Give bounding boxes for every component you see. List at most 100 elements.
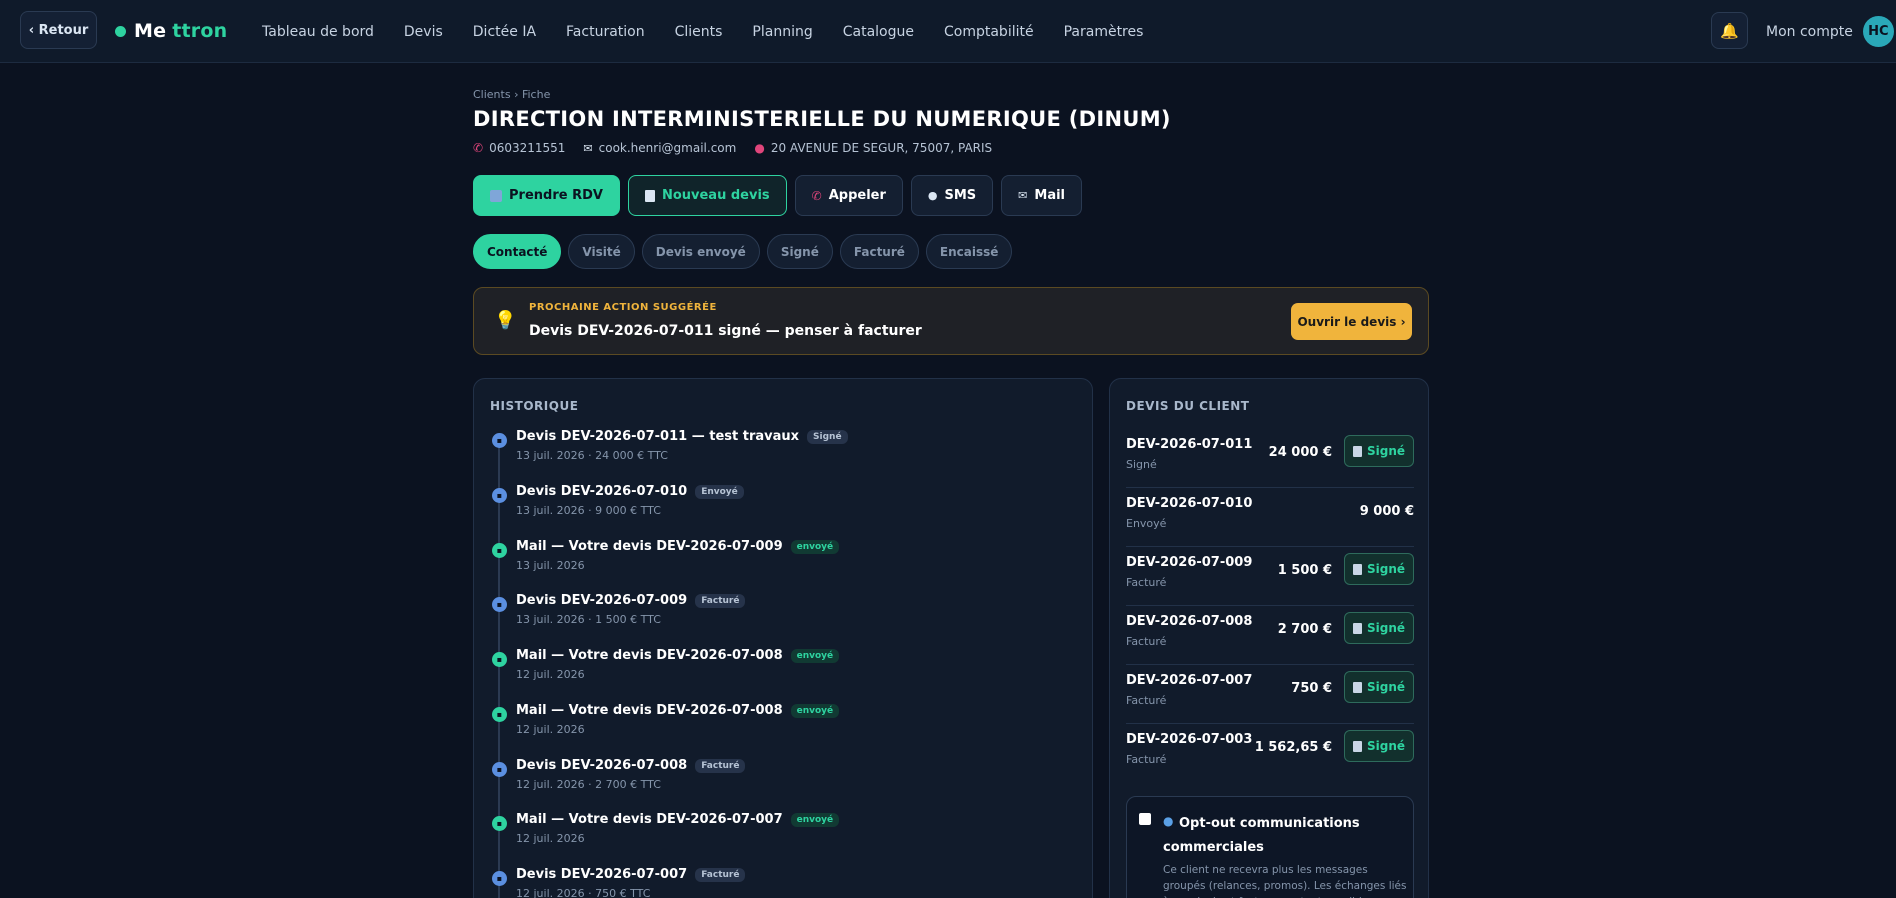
quote-amount: 1 500 €	[1277, 563, 1332, 578]
document-icon	[1352, 563, 1362, 575]
prendre-rdv-button[interactable]: Prendre RDV	[473, 175, 620, 216]
quote-row[interactable]: DEV-2026-07-009 Facturé 1 500 € Signé	[1126, 547, 1414, 606]
phone-icon: ✆	[473, 141, 484, 155]
nav-item-devis[interactable]: Devis	[404, 24, 443, 40]
calendar-icon	[490, 189, 502, 202]
quote-amount: 750 €	[1291, 681, 1332, 696]
quote-row[interactable]: DEV-2026-07-010 Envoyé 9 000 €	[1126, 488, 1414, 547]
signed-document-button[interactable]: Signé	[1344, 671, 1414, 703]
quote-row[interactable]: DEV-2026-07-011 Signé 24 000 € Signé	[1126, 429, 1414, 488]
quote-number: DEV-2026-07-010	[1126, 496, 1253, 511]
lightbulb-icon: 💡	[494, 310, 517, 331]
event-title: Mail — Votre devis DEV-2026-07-008	[516, 703, 783, 718]
envelope-icon: ▪	[492, 816, 507, 831]
timeline-event[interactable]: ▪ Devis DEV-2026-07-010 Envoyé 13 juil. 2…	[490, 484, 1080, 534]
quote-row[interactable]: DEV-2026-07-003 Facturé 1 562,65 € Signé	[1126, 724, 1414, 783]
timeline-event[interactable]: ▪ Devis DEV-2026-07-009 Facturé 13 juil. …	[490, 593, 1080, 643]
nav-item-comptabilite[interactable]: Comptabilité	[944, 24, 1034, 40]
quote-row[interactable]: DEV-2026-07-007 Facturé 750 € Signé	[1126, 665, 1414, 724]
quote-row[interactable]: DEV-2026-07-008 Facturé 2 700 € Signé	[1126, 606, 1414, 665]
account-menu[interactable]: Mon compte HC	[1766, 16, 1894, 47]
signed-document-button[interactable]: Signé	[1344, 435, 1414, 467]
nav-item-facturation[interactable]: Facturation	[566, 24, 645, 40]
event-subtitle: 12 juil. 2026	[516, 668, 585, 681]
quotes-title: DEVIS DU CLIENT	[1126, 399, 1250, 413]
event-subtitle: 12 juil. 2026 · 2 700 € TTC	[516, 778, 661, 791]
status-badge: Facturé	[695, 758, 746, 773]
signed-document-button[interactable]: Signé	[1344, 553, 1414, 585]
quote-status: Envoyé	[1126, 517, 1167, 530]
signed-document-button[interactable]: Signé	[1344, 730, 1414, 762]
signed-document-button[interactable]: Signé	[1344, 612, 1414, 644]
nav-item-catalogue[interactable]: Catalogue	[843, 24, 914, 40]
app-logo[interactable]: Me ttron	[115, 20, 227, 42]
nav-item-planning[interactable]: Planning	[752, 24, 812, 40]
event-title: Mail — Votre devis DEV-2026-07-008	[516, 648, 783, 663]
email-info[interactable]: ✉ cook.henri@gmail.com	[583, 141, 736, 155]
event-title: Mail — Votre devis DEV-2026-07-009	[516, 539, 783, 554]
pipeline-step-encaisse[interactable]: Encaissé	[925, 234, 1013, 269]
back-button[interactable]: ‹ Retour	[20, 11, 97, 49]
quote-amount: 2 700 €	[1277, 622, 1332, 637]
timeline-event[interactable]: ▪ Devis DEV-2026-07-007 Facturé 12 juil. …	[490, 867, 1080, 898]
event-title: Devis DEV-2026-07-008	[516, 758, 688, 773]
history-title: HISTORIQUE	[490, 399, 579, 413]
logo-dot-icon	[115, 25, 126, 37]
document-icon	[1352, 445, 1362, 457]
event-title: Devis DEV-2026-07-009	[516, 593, 688, 608]
timeline-event[interactable]: ▪ Devis DEV-2026-07-011 — test travaux Si…	[490, 429, 1080, 479]
sms-button[interactable]: ● SMS	[910, 175, 994, 216]
pipeline-step-visite[interactable]: Visité	[568, 234, 635, 269]
event-title: Devis DEV-2026-07-010	[516, 484, 688, 499]
timeline-event[interactable]: ▪ Mail — Votre devis DEV-2026-07-009 envo…	[490, 539, 1080, 589]
pipeline-step-facture[interactable]: Facturé	[839, 234, 919, 269]
quote-status: Facturé	[1126, 694, 1167, 707]
event-subtitle: 13 juil. 2026 · 1 500 € TTC	[516, 613, 661, 626]
open-quote-button[interactable]: Ouvrir le devis ›	[1291, 303, 1412, 340]
event-subtitle: 13 juil. 2026 · 9 000 € TTC	[516, 504, 661, 517]
event-title: Devis DEV-2026-07-007	[516, 867, 688, 882]
speech-bubble-icon: ●	[927, 189, 938, 202]
notifications-button[interactable]: 🔔	[1711, 12, 1748, 49]
nouveau-devis-button[interactable]: Nouveau devis	[627, 175, 787, 216]
nav-item-clients[interactable]: Clients	[675, 24, 723, 40]
status-badge: Facturé	[695, 867, 746, 882]
quote-number: DEV-2026-07-009	[1126, 555, 1253, 570]
mail-button[interactable]: ✉ Mail	[1001, 175, 1083, 216]
timeline-event[interactable]: ▪ Devis DEV-2026-07-008 Facturé 12 juil. …	[490, 758, 1080, 808]
timeline-event[interactable]: ▪ Mail — Votre devis DEV-2026-07-008 envo…	[490, 703, 1080, 753]
optout-checkbox[interactable]	[1139, 813, 1151, 825]
logo-text: Me ttron	[134, 20, 228, 42]
top-navigation-bar: ‹ Retour Me ttron Tableau de bord Devis D…	[0, 0, 1896, 63]
document-icon	[644, 189, 655, 202]
nav-item-tableau-de-bord[interactable]: Tableau de bord	[262, 24, 374, 40]
timeline-event[interactable]: ▪ Mail — Votre devis DEV-2026-07-007 envo…	[490, 812, 1080, 862]
email-value: cook.henri@gmail.com	[598, 141, 737, 155]
pipeline-step-devis-envoye[interactable]: Devis envoyé	[641, 234, 760, 269]
history-panel: HISTORIQUE ▪ Devis DEV-2026-07-011 — tes…	[473, 378, 1093, 898]
appeler-button[interactable]: ✆ Appeler	[794, 175, 903, 216]
breadcrumb: Clients › Fiche	[473, 88, 551, 101]
address-value: 20 AVENUE DE SEGUR, 75007, PARIS	[770, 141, 993, 155]
main-nav: Tableau de bord Devis Dictée IA Facturat…	[262, 0, 1173, 63]
quote-amount: 9 000 €	[1359, 504, 1414, 519]
timeline-event[interactable]: ▪ Mail — Votre devis DEV-2026-07-008 envo…	[490, 648, 1080, 698]
pipeline-step-contacte[interactable]: Contacté	[473, 234, 562, 269]
status-badge: envoyé	[790, 703, 840, 718]
pipeline-step-signe[interactable]: Signé	[766, 234, 833, 269]
document-icon: ▪	[492, 871, 507, 886]
avatar: HC	[1862, 16, 1894, 47]
client-quotes-panel: DEVIS DU CLIENT DEV-2026-07-011 Signé 24…	[1109, 378, 1429, 898]
map-pin-icon: ●	[754, 141, 765, 155]
bell-icon: 🔔	[1720, 21, 1739, 40]
phone-info[interactable]: ✆ 0603211551	[473, 141, 565, 155]
event-title: Devis DEV-2026-07-011 — test travaux	[516, 429, 800, 444]
quote-status: Facturé	[1126, 635, 1167, 648]
nav-item-dictee-ia[interactable]: Dictée IA	[473, 24, 536, 40]
document-icon	[1352, 622, 1362, 634]
status-badge: Envoyé	[695, 484, 744, 499]
address-info: ● 20 AVENUE DE SEGUR, 75007, PARIS	[754, 141, 992, 155]
nav-item-parametres[interactable]: Paramètres	[1064, 24, 1144, 40]
account-label: Mon compte	[1766, 23, 1853, 40]
event-subtitle: 12 juil. 2026 · 750 € TTC	[516, 887, 651, 898]
